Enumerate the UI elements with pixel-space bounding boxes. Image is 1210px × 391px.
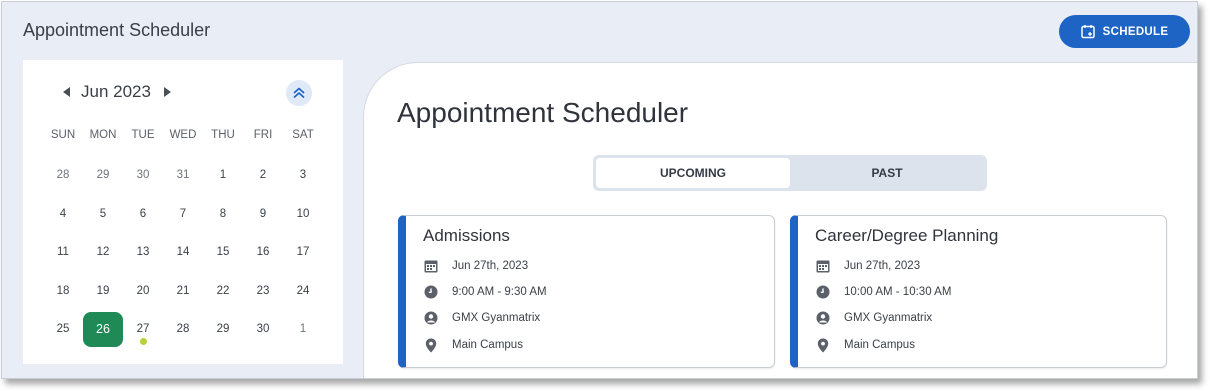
app-title: Appointment Scheduler xyxy=(23,20,211,40)
appointment-location: Main Campus xyxy=(844,339,915,351)
appointment-date-row: Jun 27th, 2023 xyxy=(423,258,528,274)
calendar-day[interactable]: 31 xyxy=(163,156,203,195)
calendar-day[interactable]: 5 xyxy=(83,195,123,234)
weekday-label: FRI xyxy=(253,129,273,141)
tab-past[interactable]: PAST xyxy=(790,158,984,188)
event-day-number: 27 xyxy=(136,323,150,336)
mini-calendar: Jun 2023 SUN MON TUE WED THU FRI SAT 28 … xyxy=(23,60,343,364)
calendar-day[interactable]: 28 xyxy=(43,156,83,195)
calendar-day[interactable]: 30 xyxy=(243,310,283,349)
weekday-header: SUN MON TUE WED THU FRI SAT xyxy=(43,129,323,141)
calendar-icon xyxy=(423,258,439,274)
calendar-day[interactable]: 10 xyxy=(283,195,323,234)
event-dot xyxy=(140,338,147,345)
calendar-day[interactable]: 23 xyxy=(243,272,283,311)
appointment-location-row: Main Campus xyxy=(423,337,523,353)
calendar-day[interactable]: 20 xyxy=(123,272,163,311)
selected-day-number: 26 xyxy=(83,311,123,347)
calendar-day[interactable]: 3 xyxy=(283,156,323,195)
calendar-day[interactable]: 17 xyxy=(283,233,323,272)
caret-right-icon[interactable] xyxy=(159,82,175,102)
user-circle-icon xyxy=(815,310,831,326)
appointment-host: GMX Gyanmatrix xyxy=(452,312,541,324)
calendar-day[interactable]: 9 xyxy=(243,195,283,234)
calendar-day[interactable]: 1 xyxy=(283,310,323,349)
appointment-host: GMX Gyanmatrix xyxy=(844,312,933,324)
weekday-label: WED xyxy=(169,129,197,141)
tab-upcoming[interactable]: UPCOMING xyxy=(596,158,790,188)
appointment-time-row: 9:00 AM - 9:30 AM xyxy=(423,284,547,300)
weekday-label: TUE xyxy=(131,129,155,141)
appointment-time-row: 10:00 AM - 10:30 AM xyxy=(815,284,951,300)
calendar-day[interactable]: 4 xyxy=(43,195,83,234)
clock-icon xyxy=(815,284,831,300)
calendar-day[interactable]: 13 xyxy=(123,233,163,272)
appointment-date-row: Jun 27th, 2023 xyxy=(815,258,920,274)
appointment-card[interactable]: Admissions Jun 27th, 2023 9:00 AM - 9:30… xyxy=(398,215,775,368)
appointment-date: Jun 27th, 2023 xyxy=(452,260,529,272)
calendar-day[interactable]: 30 xyxy=(123,156,163,195)
user-circle-icon xyxy=(423,310,439,326)
weekday-label: MON xyxy=(89,129,117,141)
map-pin-icon xyxy=(423,337,439,353)
calendar-day[interactable]: 14 xyxy=(163,233,203,272)
calendar-day[interactable]: 6 xyxy=(123,195,163,234)
appointment-date: Jun 27th, 2023 xyxy=(844,260,921,272)
calendar-day[interactable]: 7 xyxy=(163,195,203,234)
appointment-location-row: Main Campus xyxy=(815,337,915,353)
calendar-day[interactable]: 29 xyxy=(83,156,123,195)
appointment-time: 10:00 AM - 10:30 AM xyxy=(844,286,952,298)
calendar-day-selected[interactable]: 26 xyxy=(83,310,123,349)
page-title: Appointment Scheduler xyxy=(397,97,689,128)
month-label: Jun 2023 xyxy=(81,82,151,101)
appointment-tabs: UPCOMING PAST xyxy=(593,155,987,191)
weekday-label: SAT xyxy=(292,129,314,141)
calendar-day[interactable]: 25 xyxy=(43,310,83,349)
main-panel: Appointment Scheduler UPCOMING PAST Admi… xyxy=(363,62,1197,378)
calendar-day[interactable]: 16 xyxy=(243,233,283,272)
appointment-title: Career/Degree Planning xyxy=(815,226,999,245)
appointment-host-row: GMX Gyanmatrix xyxy=(815,310,932,326)
caret-left-icon[interactable] xyxy=(59,82,75,102)
calendar-icon xyxy=(815,258,831,274)
calendar-day-with-event[interactable]: 27 xyxy=(123,310,163,349)
calendar-day[interactable]: 1 xyxy=(203,156,243,195)
calendar-day[interactable]: 21 xyxy=(163,272,203,311)
map-pin-icon xyxy=(815,337,831,353)
app-window: Appointment Scheduler SCHEDULE Jun 2023 xyxy=(1,1,1198,379)
double-chevron-up-icon[interactable] xyxy=(286,80,312,106)
calendar-day[interactable]: 2 xyxy=(243,156,283,195)
appointment-host-row: GMX Gyanmatrix xyxy=(423,310,540,326)
calendar-day[interactable]: 15 xyxy=(203,233,243,272)
calendar-day[interactable]: 18 xyxy=(43,272,83,311)
calendar-day[interactable]: 24 xyxy=(283,272,323,311)
appointment-location: Main Campus xyxy=(452,339,523,351)
appointment-title: Admissions xyxy=(423,226,510,245)
schedule-button-label: SCHEDULE xyxy=(1102,25,1169,38)
month-navigation: Jun 2023 xyxy=(59,81,175,103)
calendar-add-icon xyxy=(1080,24,1095,39)
calendar-days-grid: 28 29 30 31 1 2 3 4 5 6 7 8 9 10 11 12 1… xyxy=(43,156,323,349)
calendar-day[interactable]: 29 xyxy=(203,310,243,349)
appointment-time: 9:00 AM - 9:30 AM xyxy=(452,286,547,298)
calendar-day[interactable]: 28 xyxy=(163,310,203,349)
calendar-day[interactable]: 8 xyxy=(203,195,243,234)
weekday-label: SUN xyxy=(50,129,76,141)
calendar-day[interactable]: 12 xyxy=(83,233,123,272)
schedule-button[interactable]: SCHEDULE xyxy=(1059,15,1190,48)
clock-icon xyxy=(423,284,439,300)
weekday-label: THU xyxy=(211,129,235,141)
calendar-day[interactable]: 11 xyxy=(43,233,83,272)
appointment-card[interactable]: Career/Degree Planning Jun 27th, 2023 10… xyxy=(790,215,1167,368)
calendar-day[interactable]: 19 xyxy=(83,272,123,311)
calendar-day[interactable]: 22 xyxy=(203,272,243,311)
